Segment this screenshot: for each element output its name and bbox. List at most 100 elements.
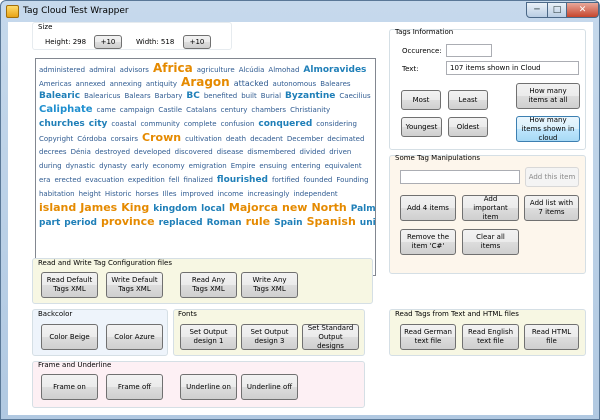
cloud-tag[interactable]: kingdom [153, 204, 197, 214]
clear-all-button[interactable]: Clear all items [462, 229, 519, 255]
cloud-tag[interactable]: emigration [189, 162, 227, 170]
cloud-tag[interactable]: height [79, 190, 101, 198]
cloud-tag[interactable]: Americas [39, 80, 72, 88]
cloud-tag[interactable]: Spanish [307, 215, 356, 228]
cloud-tag[interactable]: Byzantine [285, 91, 335, 101]
cloud-tag[interactable]: churches [39, 119, 85, 129]
cloud-tag[interactable]: annexing [110, 80, 142, 88]
text-input[interactable]: 107 items shown in Cloud [446, 61, 579, 75]
cloud-tag[interactable]: Castile [158, 106, 182, 114]
cloud-tag[interactable]: era [39, 176, 50, 184]
cloud-tag[interactable]: Roman [207, 218, 242, 228]
cloud-tag[interactable]: Historic [105, 190, 132, 198]
cloud-tag[interactable]: ensuing [259, 162, 287, 170]
cloud-tag[interactable]: developed [134, 148, 171, 156]
cloud-tag[interactable]: evacuation [85, 176, 124, 184]
read-default-xml-button[interactable]: Read Default Tags XML [41, 272, 98, 298]
cloud-tag[interactable]: economy [153, 162, 185, 170]
cloud-tag[interactable]: coastal [111, 120, 136, 128]
cloud-tag[interactable]: BC [186, 91, 199, 101]
cloud-tag[interactable]: increasingly [247, 190, 289, 198]
cloud-tag[interactable]: dynasty [99, 162, 127, 170]
cloud-tag[interactable]: Dénia [71, 148, 91, 156]
cloud-tag[interactable]: independent [293, 190, 337, 198]
cloud-tag[interactable]: admiral [89, 66, 116, 74]
cloud-tag[interactable]: decadent [250, 135, 283, 143]
cloud-tag[interactable]: equivalent [325, 162, 362, 170]
cloud-tag[interactable]: Balears [124, 92, 150, 100]
cloud-tag[interactable]: administered [39, 66, 85, 74]
cloud-tag[interactable]: dynastic [66, 162, 96, 170]
cloud-tag[interactable]: decimated [327, 135, 364, 143]
output-design-1-button[interactable]: Set Output design 1 [180, 324, 237, 350]
cloud-tag[interactable]: attacked [234, 79, 269, 88]
cloud-tag[interactable]: Founding [336, 176, 368, 184]
cloud-tag[interactable]: Majorca [229, 201, 278, 214]
maximize-button[interactable]: □ [547, 2, 567, 18]
cloud-tag[interactable]: erected [54, 176, 81, 184]
least-button[interactable]: Least [448, 90, 488, 110]
cloud-tag[interactable]: divided [300, 148, 326, 156]
cloud-tag[interactable]: built [241, 92, 257, 100]
color-azure-button[interactable]: Color Azure [106, 324, 163, 350]
cloud-tag[interactable]: cultivation [185, 135, 222, 143]
cloud-tag[interactable]: benefited [204, 92, 237, 100]
cloud-tag[interactable]: December [287, 135, 323, 143]
color-beige-button[interactable]: Color Beige [41, 324, 98, 350]
title-bar[interactable]: Tag Cloud Test Wrapper ─ □ ✕ [1, 1, 599, 22]
underline-off-button[interactable]: Underline off [241, 374, 298, 400]
cloud-tag[interactable]: driven [329, 148, 351, 156]
new-item-input[interactable] [400, 170, 520, 184]
read-english-button[interactable]: Read English text file [462, 324, 519, 350]
cloud-tag[interactable]: early [131, 162, 149, 170]
read-any-xml-button[interactable]: Read Any Tags XML [180, 272, 237, 298]
cloud-tag[interactable]: income [218, 190, 244, 198]
cloud-tag[interactable]: improved [181, 190, 214, 198]
cloud-tag[interactable]: Africa [153, 61, 193, 75]
write-any-xml-button[interactable]: Write Any Tags XML [241, 272, 298, 298]
cloud-tag[interactable]: complete [184, 120, 217, 128]
frame-off-button[interactable]: Frame off [106, 374, 163, 400]
standard-output-button[interactable]: Set Standard Output designs [302, 324, 359, 350]
cloud-tag[interactable]: entering [291, 162, 321, 170]
cloud-tag[interactable]: death [226, 135, 246, 143]
cloud-tag[interactable]: autonomous [273, 80, 317, 88]
frame-on-button[interactable]: Frame on [41, 374, 98, 400]
cloud-tag[interactable]: local [201, 204, 225, 214]
cloud-tag[interactable]: Catalans [186, 106, 217, 114]
how-many-all-button[interactable]: How many items at all [516, 83, 580, 109]
cloud-tag[interactable]: campaign [120, 106, 155, 114]
cloud-tag[interactable]: province [101, 215, 155, 228]
cloud-tag[interactable]: Barbary [155, 92, 183, 100]
cloud-tag[interactable]: corsairs [111, 135, 138, 143]
cloud-tag[interactable]: dismembered [247, 148, 295, 156]
write-default-xml-button[interactable]: Write Default Tags XML [106, 272, 163, 298]
cloud-tag[interactable]: agriculture [197, 66, 235, 74]
cloud-tag[interactable]: new [282, 201, 307, 214]
read-german-button[interactable]: Read German text file [400, 324, 456, 350]
cloud-tag[interactable]: Baleares [320, 80, 350, 88]
add-4-items-button[interactable]: Add 4 items [400, 195, 456, 221]
cloud-tag[interactable]: conquered [258, 119, 312, 129]
cloud-tag[interactable]: came [97, 106, 116, 114]
cloud-tag[interactable]: North [311, 201, 346, 214]
cloud-tag[interactable]: antiquity [146, 80, 177, 88]
add-important-button[interactable]: Add important item [462, 195, 519, 221]
cloud-tag[interactable]: Crown [142, 131, 181, 144]
height-plus-button[interactable]: +10 [94, 35, 122, 49]
cloud-tag[interactable]: habitation [39, 190, 75, 198]
cloud-tag[interactable]: Almohad [268, 66, 299, 74]
cloud-tag[interactable]: Copyright [39, 135, 73, 143]
youngest-button[interactable]: Youngest [401, 117, 442, 137]
cloud-tag[interactable]: replaced [159, 218, 203, 228]
cloud-tag[interactable]: chambers [251, 106, 286, 114]
output-design-3-button[interactable]: Set Output design 3 [241, 324, 298, 350]
add-item-button[interactable]: Add this item [525, 167, 579, 187]
cloud-tag[interactable]: King [121, 201, 149, 214]
cloud-tag[interactable]: during [39, 162, 62, 170]
cloud-tag[interactable]: finalized [183, 176, 212, 184]
cloud-tag[interactable]: Spain [274, 218, 303, 228]
cloud-tag[interactable]: period [64, 218, 97, 228]
cloud-tag[interactable]: Illes [163, 190, 177, 198]
width-plus-button[interactable]: +10 [183, 35, 211, 49]
